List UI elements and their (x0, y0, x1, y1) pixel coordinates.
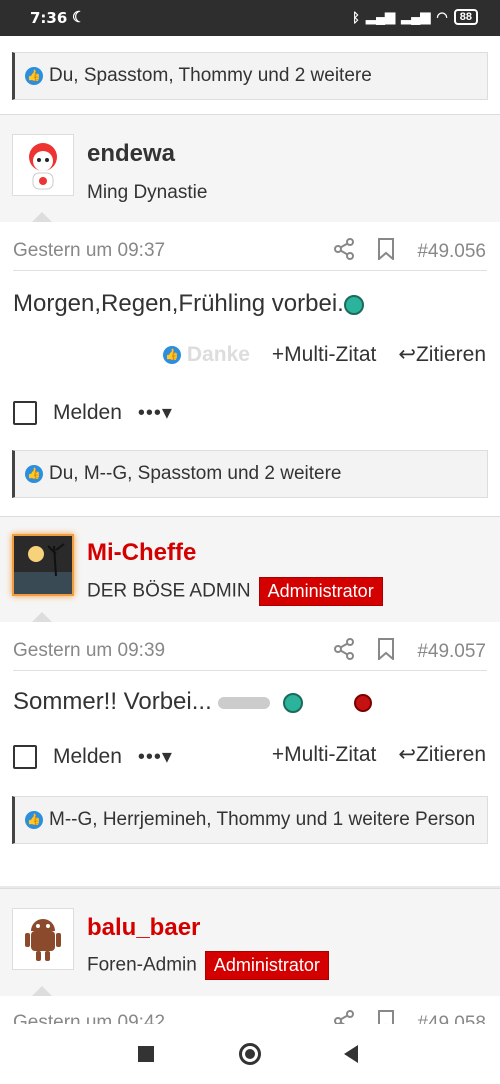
status-icons: ᛒ ▂▄▆ ▂▄▆ ◠ 88 (352, 9, 478, 25)
clock: 7:36 (30, 9, 68, 27)
reply-icon: ↩ (398, 343, 416, 366)
username[interactable]: balu_baer (87, 914, 200, 942)
recent-apps-icon[interactable] (138, 1046, 154, 1062)
post-text: Sommer!! Vorbei... (13, 688, 372, 716)
user-title: Foren-Admin Administrator (87, 951, 329, 980)
navigation-bar (0, 1024, 500, 1084)
user-title: Ming Dynastie (87, 182, 208, 203)
post-text: Morgen,Regen,Frühling vorbei. (13, 290, 364, 318)
reply-icon: ↩ (398, 743, 416, 766)
home-icon[interactable] (239, 1043, 261, 1065)
more-menu-icon[interactable]: •••▾ (138, 400, 173, 425)
avatar[interactable] (12, 534, 74, 596)
user-title: DER BÖSE ADMIN Administrator (87, 577, 383, 606)
arrow-pointer (32, 986, 52, 996)
like-icon: 👍 (25, 810, 43, 829)
back-icon[interactable] (344, 1045, 358, 1063)
like-button[interactable]: 👍 Danke (162, 343, 250, 367)
signal-icon: ▂▄▆ (365, 9, 396, 24)
more-menu-icon[interactable]: •••▾ (138, 744, 173, 769)
bookmark-icon[interactable] (377, 638, 395, 666)
do-not-disturb-icon: ☾ (72, 9, 86, 26)
post-timestamp[interactable]: Gestern um 09:37 (13, 240, 165, 262)
report-button[interactable]: Melden (53, 401, 122, 425)
post-number[interactable]: #49.058 (417, 1013, 486, 1024)
bookmark-icon[interactable] (377, 238, 395, 266)
quote-button[interactable]: ↩Zitieren (398, 342, 486, 367)
post-author-block (0, 888, 500, 998)
devil-smiley-icon (353, 693, 372, 712)
bone-emoji-icon (218, 696, 271, 709)
likes-summary[interactable]: 👍 Du, M--G, Spasstom und 2 weitere (12, 450, 488, 498)
post-number[interactable]: #49.056 (417, 241, 486, 263)
username[interactable]: Mi-Cheffe (87, 539, 196, 567)
arrow-pointer (32, 212, 52, 222)
avatar[interactable] (12, 134, 74, 196)
bluetooth-icon: ᛒ (352, 9, 360, 25)
report-button[interactable]: Melden (53, 745, 122, 769)
post-timestamp[interactable]: Gestern um 09:39 (13, 640, 165, 662)
avatar[interactable] (12, 908, 74, 970)
likes-summary[interactable]: 👍 Du, Spasstom, Thommy und 2 weitere (12, 52, 488, 100)
smiley-icon (343, 294, 364, 315)
post-author-block (0, 114, 500, 222)
thread-content[interactable]: 👍 Du, Spasstom, Thommy und 2 weitere ende… (0, 36, 500, 1024)
status-bar: 7:36 ☾ ᛒ ▂▄▆ ▂▄▆ ◠ 88 (0, 0, 500, 36)
divider (13, 270, 487, 271)
multiquote-button[interactable]: +Multi-Zitat (272, 343, 376, 367)
likes-summary[interactable]: 👍 M--G, Herrjemineh, Thommy und 1 weitere… (12, 796, 488, 844)
arrow-pointer (32, 612, 52, 622)
signal-icon-2: ▂▄▆ (401, 9, 431, 24)
username[interactable]: endewa (87, 140, 175, 168)
bookmark-icon[interactable] (377, 1010, 395, 1024)
post-number[interactable]: #49.057 (417, 641, 486, 663)
role-badge: Administrator (204, 951, 329, 980)
multiquote-button[interactable]: +Multi-Zitat (272, 743, 376, 767)
battery-icon: 88 (453, 9, 478, 25)
smiley-icon (283, 692, 304, 713)
select-checkbox[interactable] (13, 400, 37, 425)
wifi-icon: ◠ (436, 9, 448, 24)
share-icon[interactable] (333, 238, 355, 266)
divider (13, 670, 487, 671)
role-badge: Administrator (258, 577, 383, 606)
like-icon: 👍 (25, 66, 43, 85)
like-icon: 👍 (162, 345, 181, 364)
like-icon: 👍 (25, 464, 43, 483)
post-timestamp[interactable]: Gestern um 09:42 (13, 1012, 165, 1024)
home-icon-dot (245, 1049, 255, 1059)
share-icon[interactable] (333, 1010, 355, 1024)
quote-button[interactable]: ↩Zitieren (398, 742, 486, 767)
select-checkbox[interactable] (13, 744, 37, 769)
share-icon[interactable] (333, 638, 355, 666)
post-author-block (0, 516, 500, 622)
